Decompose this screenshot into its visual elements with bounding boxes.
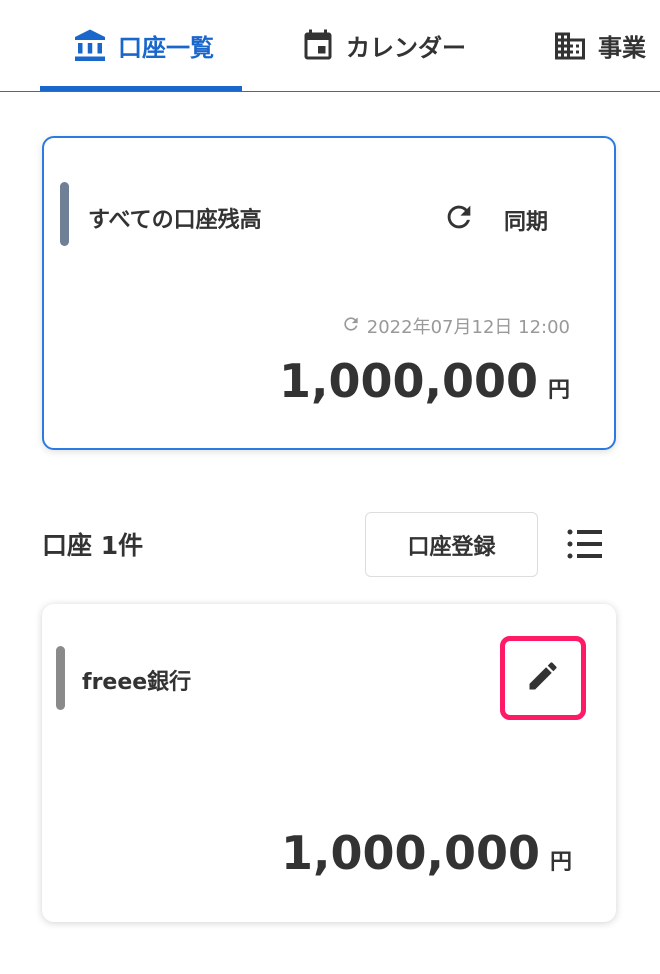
tab-accounts-label: 口座一覧 xyxy=(118,34,214,62)
total-balance-card: すべての口座残高 同期 2022年07月12日 12:00 1,000,000 … xyxy=(42,136,616,450)
calendar-icon xyxy=(300,28,336,64)
tab-bar: 口座一覧 カレンダー 事業 xyxy=(0,0,660,92)
active-tab-indicator xyxy=(40,86,242,91)
building-icon xyxy=(552,28,588,64)
accounts-count-heading: 口座 1件 xyxy=(42,531,144,560)
account-name: freee銀行 xyxy=(82,670,192,695)
card-accent-bar xyxy=(60,182,69,246)
account-balance-amount: 1,000,000 xyxy=(280,826,540,880)
last-updated-text: 2022年07月12日 12:00 xyxy=(366,317,570,338)
account-amount-row: 1,000,000 円 xyxy=(281,826,572,880)
refresh-small-icon xyxy=(341,314,361,339)
total-balance-amount: 1,000,000 xyxy=(278,354,538,408)
tab-business[interactable]: 事業 xyxy=(552,0,646,91)
list-icon[interactable] xyxy=(565,526,605,562)
sync-button[interactable]: 同期 xyxy=(442,200,548,240)
tab-accounts[interactable]: 口座一覧 xyxy=(40,0,242,91)
tab-calendar-label: カレンダー xyxy=(346,34,466,62)
sync-label: 同期 xyxy=(504,210,549,235)
edit-account-button[interactable] xyxy=(500,636,586,720)
register-account-button[interactable]: 口座登録 xyxy=(365,512,538,577)
refresh-icon xyxy=(442,200,476,240)
tab-calendar[interactable]: カレンダー xyxy=(300,0,466,91)
last-updated: 2022年07月12日 12:00 xyxy=(341,313,570,339)
currency-unit: 円 xyxy=(549,850,572,875)
bank-icon xyxy=(72,28,108,64)
pencil-icon xyxy=(525,658,561,698)
currency-unit: 円 xyxy=(547,378,570,403)
card-accent-bar xyxy=(56,646,65,710)
total-balance-title: すべての口座残高 xyxy=(88,208,262,233)
tab-business-label: 事業 xyxy=(598,34,646,62)
total-balance-amount-row: 1,000,000 円 xyxy=(279,354,570,408)
account-card[interactable]: freee銀行 1,000,000 円 xyxy=(42,604,616,922)
